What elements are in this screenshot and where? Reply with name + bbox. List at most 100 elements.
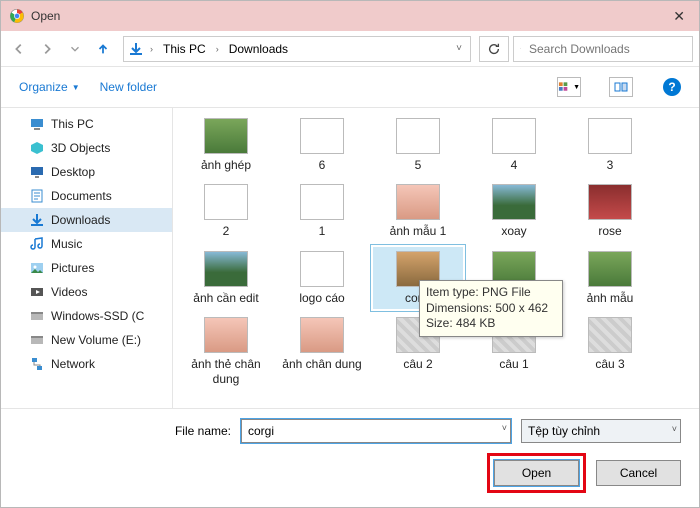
file-item[interactable]: ảnh chân dung <box>277 313 367 390</box>
file-item[interactable]: 1 <box>277 180 367 242</box>
file-thumbnail <box>588 251 632 287</box>
breadcrumb-folder[interactable]: Downloads <box>225 40 292 58</box>
net-icon <box>29 356 45 372</box>
sidebar-item-documents[interactable]: Documents <box>1 184 172 208</box>
file-name: câu 2 <box>403 357 432 371</box>
view-options-button[interactable]: ▼ <box>557 77 581 97</box>
sidebar-item-label: Network <box>51 357 95 371</box>
sidebar-item-this-pc[interactable]: This PC <box>1 112 172 136</box>
file-item[interactable]: 4 <box>469 114 559 176</box>
desktop-icon <box>29 164 45 180</box>
file-item[interactable]: ảnh mẫu <box>565 247 655 309</box>
file-name: ảnh cần edit <box>193 291 258 305</box>
down-icon <box>29 212 45 228</box>
file-thumbnail <box>204 184 248 220</box>
back-button[interactable] <box>7 37 31 61</box>
command-bar: Organize ▼ New folder ▼ ? <box>1 67 699 107</box>
file-item[interactable]: ảnh ghép <box>181 114 271 176</box>
sidebar-item-windows-ssd-c[interactable]: Windows-SSD (C <box>1 304 172 328</box>
music-icon <box>29 236 45 252</box>
refresh-button[interactable] <box>479 36 509 62</box>
file-item[interactable]: rose <box>565 180 655 242</box>
file-thumbnail <box>300 118 344 154</box>
help-button[interactable]: ? <box>663 78 681 96</box>
file-thumbnail <box>492 118 536 154</box>
file-item[interactable]: 3 <box>565 114 655 176</box>
file-item[interactable]: logo cáo <box>277 247 367 309</box>
close-button[interactable]: ✕ <box>667 8 691 25</box>
file-name: 4 <box>511 158 518 172</box>
file-name: logo cáo <box>299 291 344 305</box>
sidebar-item-pictures[interactable]: Pictures <box>1 256 172 280</box>
organize-menu[interactable]: Organize ▼ <box>19 80 80 94</box>
window-title: Open <box>31 9 60 23</box>
file-thumbnail <box>204 251 248 287</box>
sidebar-item-label: Music <box>51 237 82 251</box>
sidebar-item-music[interactable]: Music <box>1 232 172 256</box>
drive-icon <box>29 308 45 324</box>
file-thumbnail <box>300 251 344 287</box>
search-box[interactable] <box>513 36 693 62</box>
downloads-folder-icon <box>128 41 144 57</box>
sidebar-item-label: This PC <box>51 117 94 131</box>
file-item[interactable]: ảnh thẻ chân dung <box>181 313 271 390</box>
file-thumbnail <box>204 317 248 353</box>
file-name: câu 1 <box>499 357 528 371</box>
file-item[interactable]: 5 <box>373 114 463 176</box>
file-name: 2 <box>223 224 230 238</box>
file-list[interactable]: ảnh ghép 6 5 4 3 2 1 ảnh mẫu 1 xoay rose ảnh cần e… <box>173 108 699 408</box>
search-icon <box>520 42 521 55</box>
filename-label: File name: <box>81 424 231 438</box>
sidebar-item-downloads[interactable]: Downloads <box>1 208 172 232</box>
file-item[interactable]: ảnh cần edit <box>181 247 271 309</box>
dialog-body: This PC 3D Objects Desktop DocumentsDownloa… <box>1 107 699 408</box>
file-item[interactable]: 2 <box>181 180 271 242</box>
breadcrumb-bar[interactable]: › This PC › Downloads ˅ <box>123 36 471 62</box>
open-button[interactable]: Open <box>494 460 579 486</box>
recent-button[interactable] <box>63 37 87 61</box>
chevron-down-icon[interactable]: ˅ <box>452 43 466 54</box>
chevron-down-icon[interactable]: ˅ <box>672 424 677 434</box>
forward-button[interactable] <box>35 37 59 61</box>
file-thumbnail <box>300 317 344 353</box>
preview-pane-button[interactable] <box>609 77 633 97</box>
filename-combo[interactable]: ˅ <box>241 419 511 443</box>
file-item[interactable]: câu 3 <box>565 313 655 390</box>
sidebar-item-videos[interactable]: Videos <box>1 280 172 304</box>
pc-icon <box>29 116 45 132</box>
file-name: xoay <box>501 224 526 238</box>
file-item[interactable]: xoay <box>469 180 559 242</box>
new-folder-button[interactable]: New folder <box>100 80 157 94</box>
filter-combo[interactable]: Tệp tùy chỉnh ˅ <box>521 419 681 443</box>
up-button[interactable] <box>91 37 115 61</box>
file-name: 1 <box>319 224 326 238</box>
file-name: ảnh ghép <box>201 158 251 172</box>
file-name: 6 <box>319 158 326 172</box>
chrome-icon <box>9 8 25 24</box>
file-tooltip: Item type: PNG File Dimensions: 500 x 46… <box>419 280 563 337</box>
search-input[interactable] <box>527 41 686 57</box>
sidebar-item-label: Pictures <box>51 261 94 275</box>
file-thumbnail <box>396 118 440 154</box>
sidebar-item-label: 3D Objects <box>51 141 110 155</box>
file-name: 3 <box>607 158 614 172</box>
open-dialog: Open ✕ › This PC › Downloads ˅ Organize … <box>0 0 700 508</box>
video-icon <box>29 284 45 300</box>
file-item[interactable]: ảnh mẫu 1 <box>373 180 463 242</box>
file-thumbnail <box>204 118 248 154</box>
sidebar-item-desktop[interactable]: Desktop <box>1 160 172 184</box>
chevron-down-icon[interactable]: ˅ <box>502 423 507 433</box>
file-thumbnail <box>492 184 536 220</box>
breadcrumb-root[interactable]: This PC <box>159 40 210 58</box>
filename-input[interactable] <box>241 419 511 443</box>
cancel-button[interactable]: Cancel <box>596 460 681 486</box>
file-item[interactable]: 6 <box>277 114 367 176</box>
sidebar-item-3d-objects[interactable]: 3D Objects <box>1 136 172 160</box>
file-thumbnail <box>588 317 632 353</box>
sidebar-item-network[interactable]: Network <box>1 352 172 376</box>
file-name: ảnh thẻ chân dung <box>183 357 269 386</box>
chevron-right-icon: › <box>146 44 157 54</box>
sidebar-item-new-volume-e-[interactable]: New Volume (E:) <box>1 328 172 352</box>
dialog-footer: File name: ˅ Tệp tùy chỉnh ˅ Open Cancel <box>1 408 699 507</box>
sidebar-item-label: Desktop <box>51 165 95 179</box>
